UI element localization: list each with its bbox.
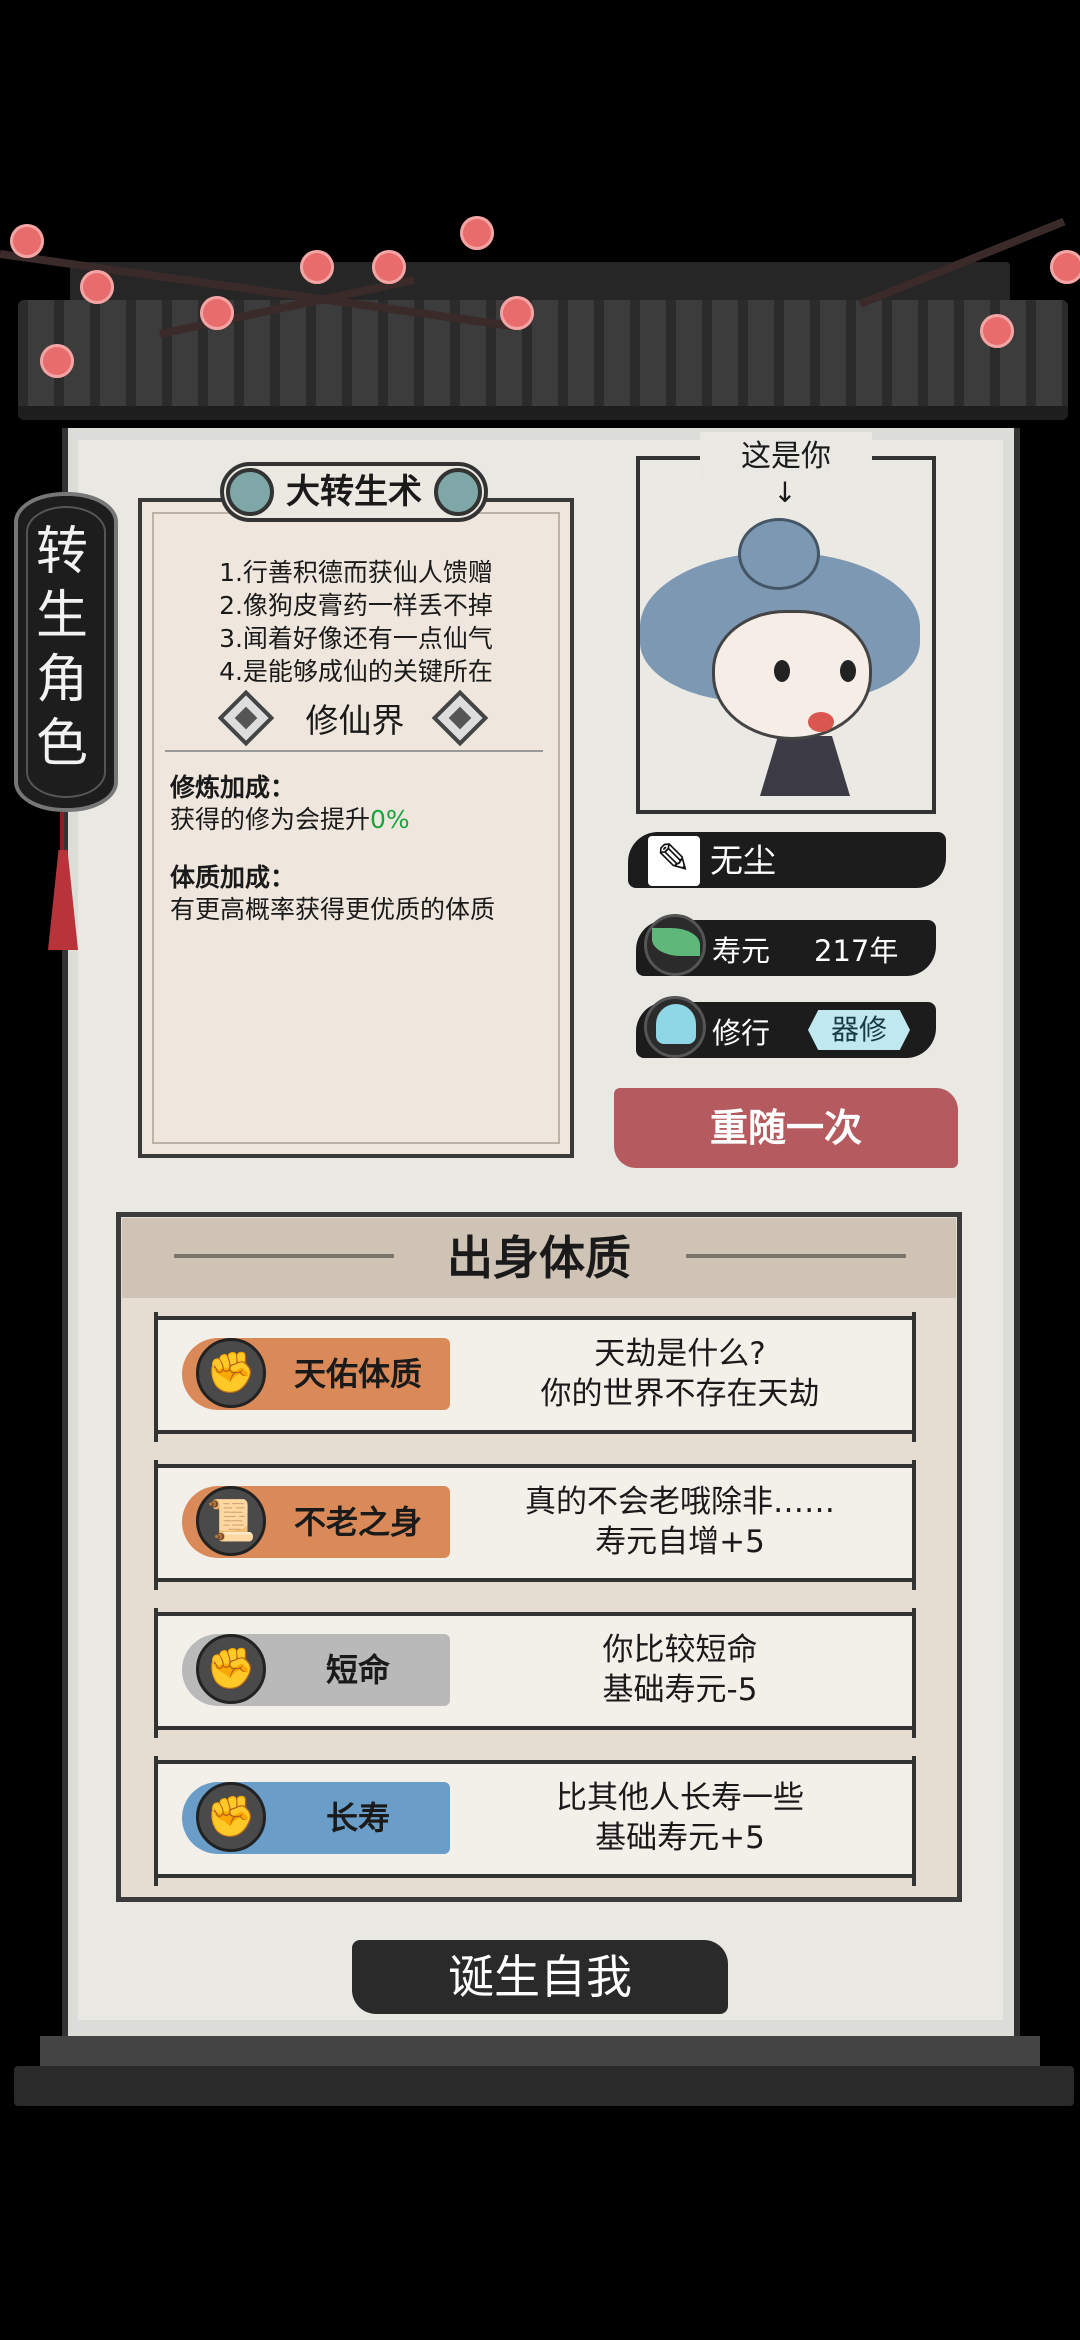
fist-icon: ✊: [196, 1782, 266, 1852]
lifespan-value: 217年: [814, 934, 899, 968]
fist-icon: ✊: [196, 1338, 266, 1408]
trait-description: 天劫是什么? 你的世界不存在天劫: [540, 1336, 820, 1412]
fist-icon: ✊: [196, 1634, 266, 1704]
portrait-label: 这是你: [700, 432, 872, 482]
roof-tiles: [18, 300, 1068, 420]
spell-title: 大转生术: [286, 472, 422, 512]
trait-description: 真的不会老哦除非…… 寿元自增+5: [525, 1484, 835, 1560]
blossom: [460, 216, 494, 250]
lifespan-label: 寿元: [712, 934, 771, 968]
blossom: [500, 296, 534, 330]
trait-name: 不老之身: [293, 1503, 422, 1541]
trait-name: 天佑体质: [293, 1355, 422, 1393]
origin-title: 出身体质: [447, 1231, 631, 1285]
avatar-mouth: [808, 712, 834, 732]
realm-label: 修仙界: [305, 701, 405, 740]
blossom: [10, 224, 44, 258]
meditating-person-icon: [656, 1004, 696, 1044]
birth-button-label[interactable]: 诞生自我: [352, 1940, 728, 2014]
cultivation-value: 0%: [370, 805, 410, 834]
character-name: 无尘: [710, 841, 776, 880]
blossom: [40, 344, 74, 378]
path-value-tag: 器修: [808, 1010, 910, 1050]
edit-name-icon[interactable]: [648, 834, 700, 886]
physique-text: 有更高概率获得更优质的体质: [170, 895, 496, 924]
cultivation-label: 修炼加成：: [170, 773, 296, 802]
blossom: [980, 314, 1014, 348]
blossom: [300, 250, 334, 284]
trait-description: 你比较短命 基础寿元-5: [602, 1632, 758, 1708]
board-bottom-rod: [14, 2066, 1074, 2106]
trait-description: 比其他人长寿一些 基础寿元+5: [556, 1780, 804, 1856]
reroll-button-label[interactable]: 重随一次: [614, 1088, 958, 1168]
down-arrow-icon: ↓: [773, 476, 797, 509]
spell-line: 4.是能够成仙的关键所在: [219, 657, 493, 686]
physique-label: 体质加成：: [170, 863, 296, 892]
scroll-icon: 📜: [196, 1486, 266, 1556]
avatar-eye: [840, 660, 856, 682]
divider: [165, 750, 543, 752]
blossom: [200, 296, 234, 330]
avatar-hair-bun: [738, 518, 820, 590]
side-tab-title: 转生角色: [35, 522, 88, 774]
trait-name: 长寿: [325, 1799, 390, 1837]
cultivation-text: 获得的修为会提升0%: [170, 805, 410, 834]
tassel-cord: [60, 812, 64, 856]
blossom: [1050, 250, 1080, 284]
spell-line: 1.行善积德而获仙人馈赠: [219, 558, 493, 587]
board-bottom-trim: [40, 2036, 1040, 2066]
blossom: [372, 250, 406, 284]
spell-line: 3.闻着好像还有一点仙气: [219, 624, 493, 653]
path-label: 修行: [712, 1016, 771, 1050]
spell-line: 2.像狗皮膏药一样丢不掉: [219, 591, 493, 620]
blossom: [80, 270, 114, 304]
spell-description: 1.行善积德而获仙人馈赠 2.像狗皮膏药一样丢不掉 3.闻着好像还有一点仙气 4…: [150, 556, 562, 688]
trait-name: 短命: [325, 1651, 390, 1689]
avatar-eye: [774, 660, 790, 682]
